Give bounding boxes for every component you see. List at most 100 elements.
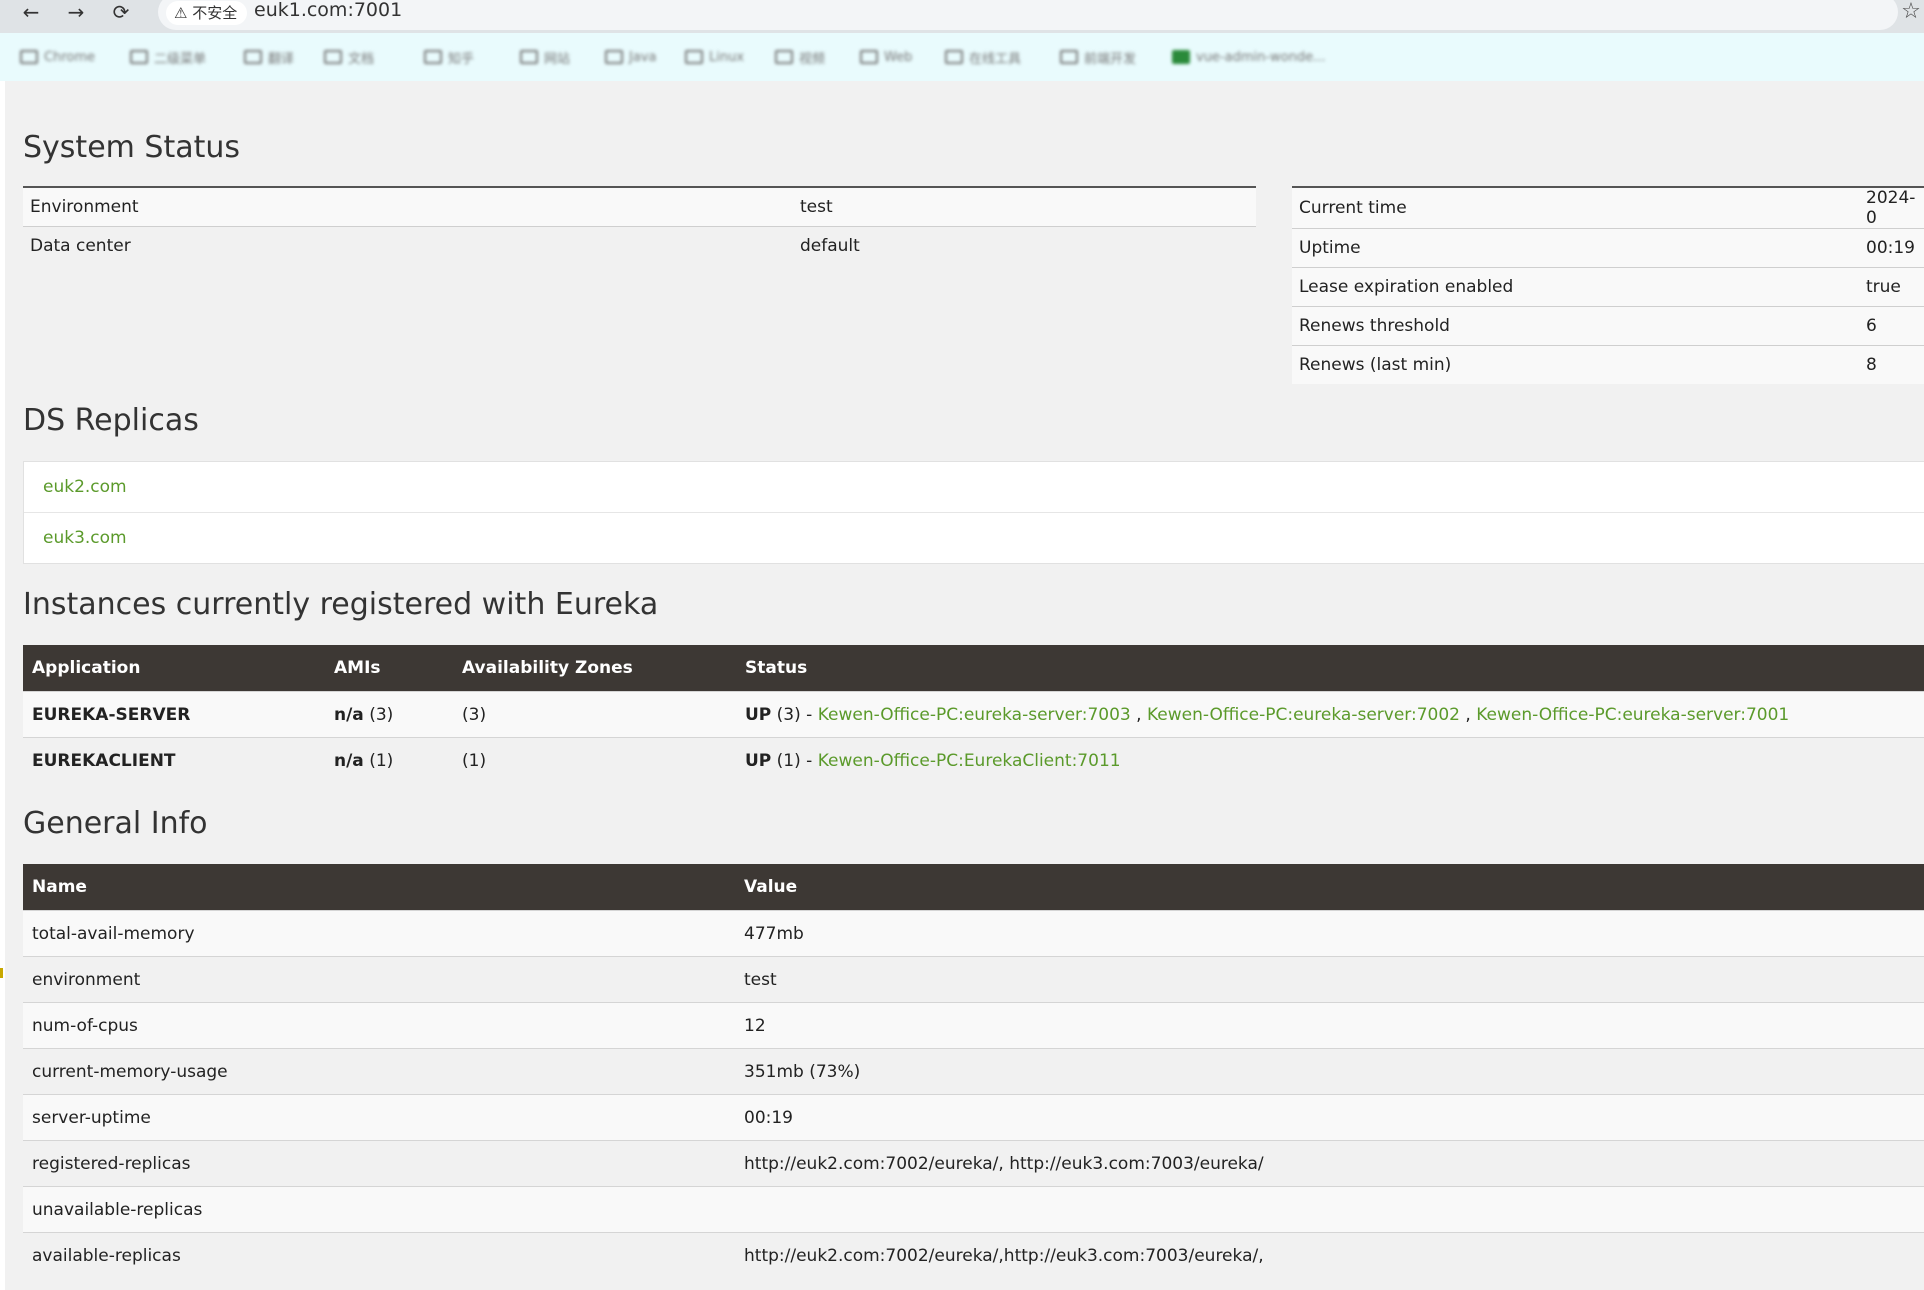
table-row: Renews (last min) 8 [1292,345,1924,384]
table-row: total-avail-memory 477mb [23,910,1924,957]
edge-marker [0,968,3,978]
status-key: Renews (last min) [1292,345,1859,384]
instance-link[interactable]: Kewen-Office-PC:eureka-server:7003 [818,705,1131,725]
status-value: 2024-0 [1859,186,1924,229]
column-header: Value [735,864,1924,911]
system-status-left-table: Environment test Data center default [23,186,1256,265]
table-row: registered-replicas http://euk2.com:7002… [23,1140,1924,1187]
info-value: 477mb [735,910,1924,957]
zones-cell: (3) [453,691,736,738]
info-value: http://euk2.com:7002/eureka/,http://euk3… [735,1232,1924,1278]
folder-icon [424,50,442,64]
forward-arrow-icon[interactable]: → [61,0,91,26]
application-name: EUREKA-SERVER [23,691,325,738]
table-header-row: Name Value [23,864,1924,911]
instances-heading: Instances currently registered with Eure… [23,587,659,622]
url-text[interactable]: euk1.com:7001 [254,0,402,21]
info-name: unavailable-replicas [23,1186,735,1233]
bookmark-star-icon[interactable]: ☆ [1898,0,1924,26]
browser-toolbar: ← → ⟳ ⚠ 不安全 euk1.com:7001 ☆ [0,0,1924,33]
bookmark-item[interactable]: 文档 [324,47,374,67]
bookmark-item[interactable]: 网站 [520,47,570,67]
info-value: http://euk2.com:7002/eureka/, http://euk… [735,1140,1924,1187]
info-name: server-uptime [23,1094,735,1141]
replica-link[interactable]: euk3.com [43,528,127,548]
bookmark-item[interactable]: 翻译 [244,47,294,67]
bookmark-item[interactable]: 视频 [775,47,825,67]
info-name: total-avail-memory [23,910,735,957]
ds-replicas-list: euk2.com euk3.com [23,461,1924,564]
table-row: Renews threshold 6 [1292,306,1924,346]
column-header: Name [23,864,735,911]
info-name: num-of-cpus [23,1002,735,1049]
system-status-right-table: Current time 2024-0 Uptime 00:19 Lease e… [1292,186,1924,384]
bookmark-item[interactable]: 前端开发 [1060,47,1136,67]
folder-icon [775,50,793,64]
bookmark-item[interactable]: Linux [685,47,744,67]
back-arrow-icon[interactable]: ← [16,0,46,26]
zones-cell: (1) [453,737,736,783]
folder-icon [605,50,623,64]
folder-icon [860,50,878,64]
info-value: 12 [735,1002,1924,1049]
info-name: environment [23,956,735,1003]
list-item: euk3.com [24,512,1924,563]
instance-link[interactable]: Kewen-Office-PC:eureka-server:7001 [1476,705,1789,725]
info-value: 00:19 [735,1094,1924,1141]
table-row: EUREKACLIENT n/a (1) (1) UP (1) - Kewen-… [23,737,1924,783]
status-value: true [1859,267,1924,307]
page-edge [0,81,5,1290]
status-value: 6 [1859,306,1924,346]
column-header: Application [23,645,325,692]
bookmark-item[interactable]: 二级菜单 [130,47,206,67]
table-row: Current time 2024-0 [1292,186,1924,229]
status-key: Environment [23,186,793,227]
table-row: Lease expiration enabled true [1292,267,1924,307]
folder-icon [685,50,703,64]
bookmarks-bar: Chrome 二级菜单 翻译 文档 知乎 网站 Java Linux 视频 We… [0,33,1924,81]
folder-icon [244,50,262,64]
info-value: test [735,956,1924,1003]
reload-icon[interactable]: ⟳ [106,0,136,26]
system-status-heading: System Status [23,130,241,165]
not-secure-badge[interactable]: ⚠ 不安全 [166,1,248,25]
ds-replicas-heading: DS Replicas [23,403,199,438]
table-row: Environment test [23,186,1256,227]
instance-link[interactable]: Kewen-Office-PC:EurekaClient:7011 [818,751,1121,771]
info-value: 351mb (73%) [735,1048,1924,1095]
status-value: test [793,186,1256,227]
instance-link[interactable]: Kewen-Office-PC:eureka-server:7002 [1147,705,1460,725]
status-cell: UP (3) - Kewen-Office-PC:eureka-server:7… [736,691,1924,738]
bookmark-item[interactable]: vue-admin-wonde... [1172,47,1326,67]
replica-link[interactable]: euk2.com [43,477,127,497]
status-key: Data center [23,226,793,265]
info-value [735,1186,1924,1233]
status-value: 00:19 [1859,228,1924,268]
amis-cell: n/a (3) [325,691,453,738]
folder-icon [324,50,342,64]
table-row: environment test [23,956,1924,1003]
status-cell: UP (1) - Kewen-Office-PC:EurekaClient:70… [736,737,1924,783]
site-favicon-icon [1172,50,1190,64]
bookmark-item[interactable]: Web [860,47,912,67]
status-key: Lease expiration enabled [1292,267,1859,307]
bookmark-item[interactable]: Java [605,47,656,67]
table-row: EUREKA-SERVER n/a (3) (3) UP (3) - Kewen… [23,691,1924,738]
bookmark-item[interactable]: Chrome [20,47,95,67]
list-item: euk2.com [24,462,1924,512]
table-row: server-uptime 00:19 [23,1094,1924,1141]
table-row: Data center default [23,226,1256,265]
address-bar[interactable]: ⚠ 不安全 euk1.com:7001 [158,0,1898,30]
folder-icon [945,50,963,64]
bookmark-item[interactable]: 知乎 [424,47,474,67]
status-value: 8 [1859,345,1924,384]
bookmark-item[interactable]: 在线工具 [945,47,1021,67]
status-key: Renews threshold [1292,306,1859,346]
folder-icon [1060,50,1078,64]
column-header: Availability Zones [453,645,736,692]
status-key: Current time [1292,186,1859,229]
folder-icon [520,50,538,64]
table-row: Uptime 00:19 [1292,228,1924,268]
folder-icon [20,50,38,64]
application-name: EUREKACLIENT [23,737,325,783]
